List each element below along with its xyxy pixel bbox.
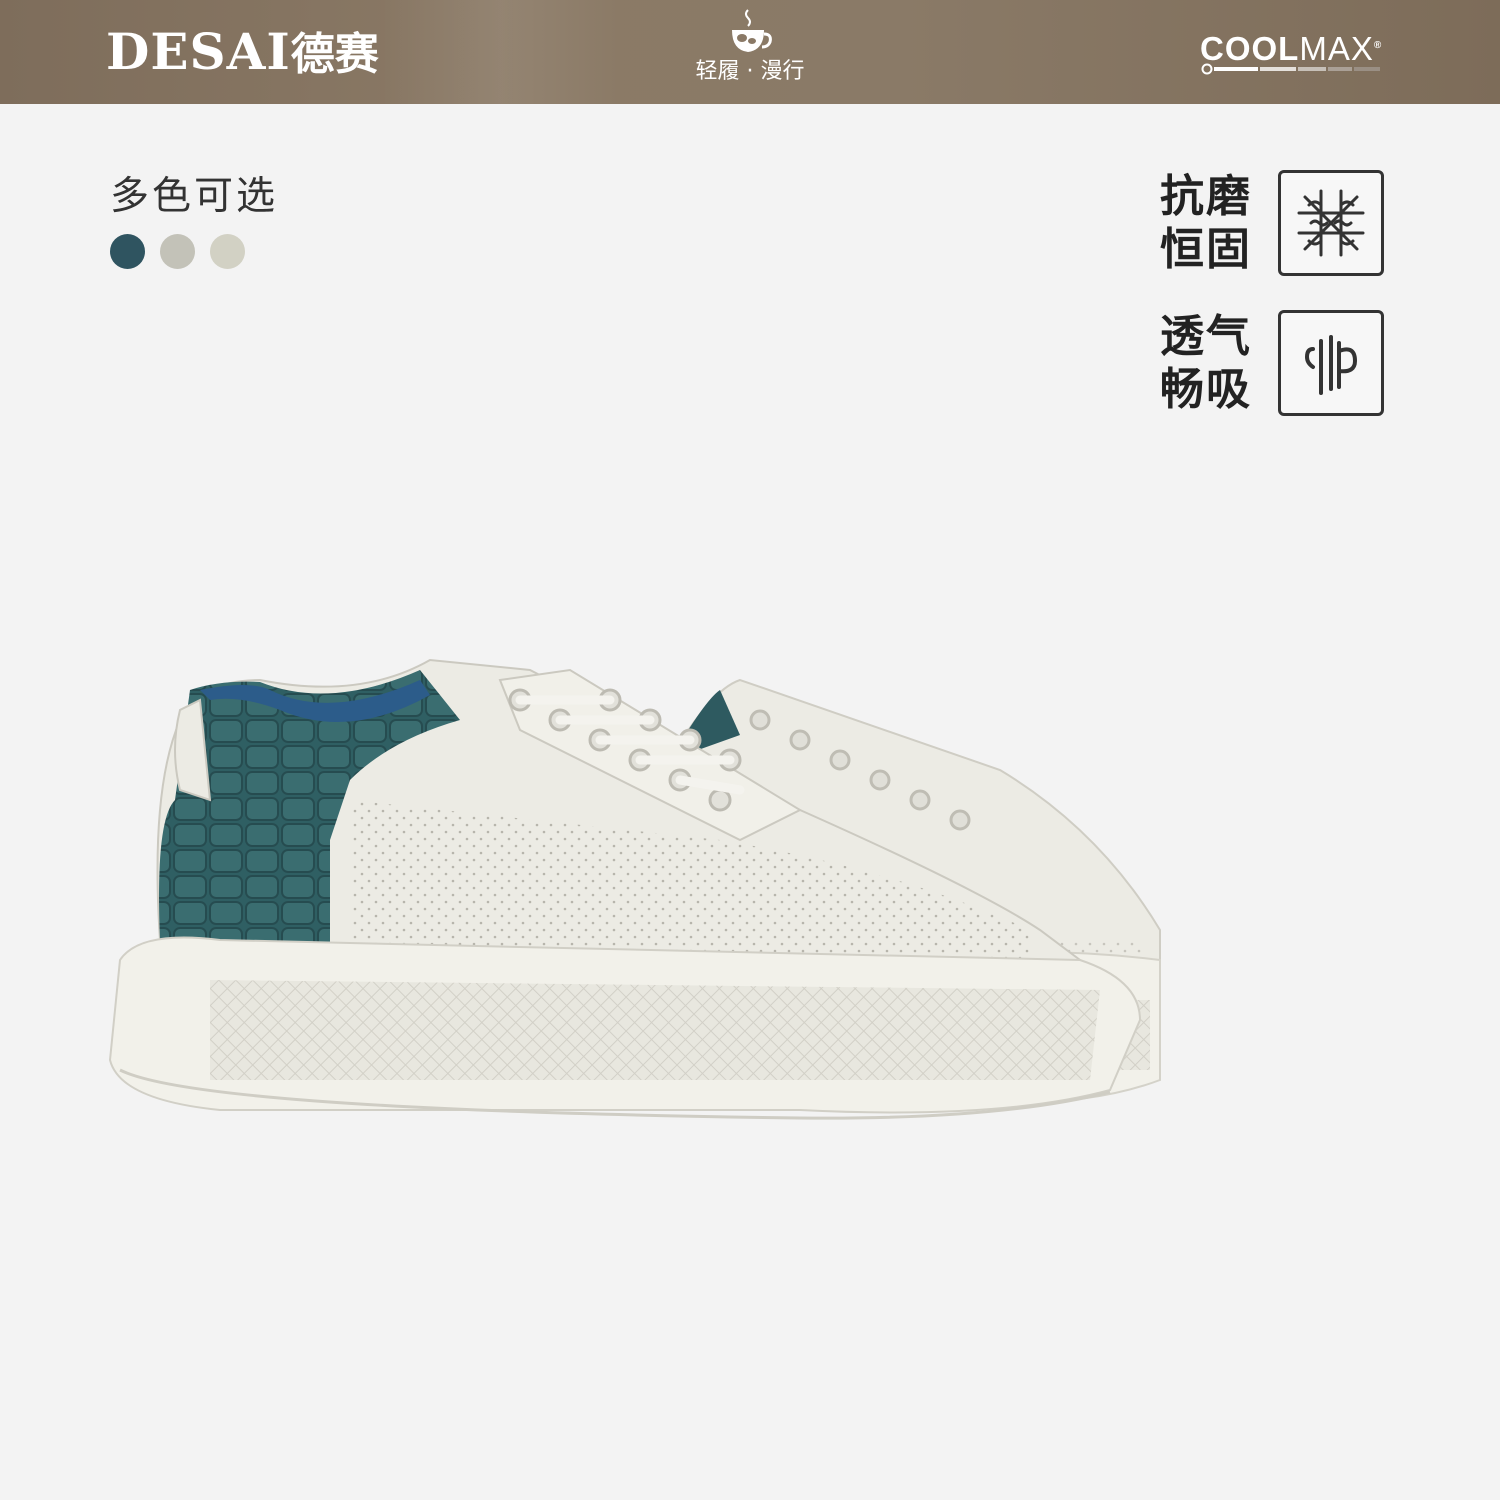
- feature-breathable: 透气 畅吸: [1160, 310, 1390, 420]
- feature-abrasion-text: 抗磨 恒固: [1160, 171, 1252, 275]
- color-options-heading: 多色可选: [110, 174, 279, 219]
- fiber-network-icon: [1278, 170, 1384, 276]
- product-sneaker-image: [108, 658, 1161, 1120]
- tagline-text: 轻履 · 漫行: [695, 59, 805, 84]
- tea-cup-logo-icon: [732, 9, 772, 52]
- swatch-light-beige[interactable]: [210, 234, 245, 269]
- top-banner: DESAI德赛 轻履 · 漫行 COOLMAX®: [0, 0, 1500, 104]
- swatch-teal-blue[interactable]: [110, 234, 145, 269]
- tagline-logo: 轻履 · 漫行: [650, 8, 850, 100]
- brand-chinese: 德赛: [290, 29, 379, 80]
- feature-abrasion: 抗磨 恒固: [1160, 170, 1390, 280]
- coolmax-bar-graphic: [1201, 63, 1380, 75]
- swatch-grey-beige[interactable]: [160, 234, 195, 269]
- brand-latin: DESAI: [106, 22, 291, 81]
- coolmax-logo: COOLMAX®: [1200, 28, 1390, 76]
- banner-light-shade: [380, 0, 620, 104]
- brand-logo[interactable]: DESAI德赛: [106, 24, 379, 83]
- airflow-icon: [1278, 310, 1384, 416]
- feature-breathable-text: 透气 畅吸: [1160, 311, 1252, 415]
